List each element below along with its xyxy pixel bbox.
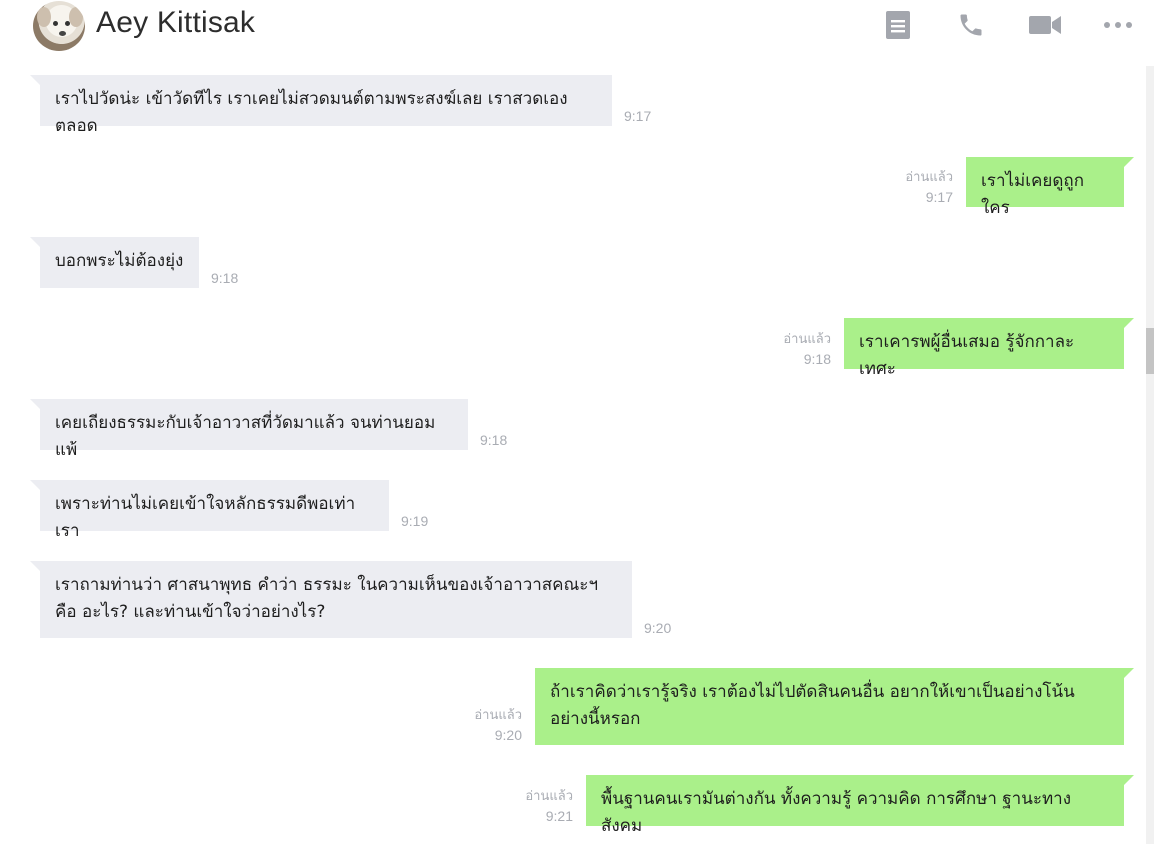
avatar-eye-right bbox=[65, 21, 70, 26]
message-time: 9:20 bbox=[494, 727, 522, 743]
avatar-ear-right bbox=[69, 7, 83, 27]
message-bubble-outgoing[interactable]: พื้นฐานคนเรามันต่างกัน ทั้งความรู้ ความค… bbox=[586, 775, 1134, 836]
message-text: เราไม่เคยดูถูกใคร bbox=[981, 171, 1085, 218]
avatar-nose bbox=[59, 31, 66, 36]
message-bubble-outgoing[interactable]: ถ้าเราคิดว่าเรารู้จริง เราต้องไม่ไปตัดสิ… bbox=[535, 668, 1134, 745]
scrollbar-thumb[interactable] bbox=[1146, 328, 1154, 374]
message-text: เคยเถียงธรรมะกับเจ้าอาวาสที่วัดมาแล้ว จน… bbox=[55, 413, 436, 460]
message-text: ถ้าเราคิดว่าเรารู้จริง เราต้องไม่ไปตัดสิ… bbox=[550, 682, 1075, 729]
message-bubble-outgoing[interactable]: เราไม่เคยดูถูกใคร bbox=[966, 157, 1134, 218]
read-receipt: อ่านแล้ว bbox=[525, 788, 573, 803]
message-bubble-incoming[interactable]: เคยเถียงธรรมะกับเจ้าอาวาสที่วัดมาแล้ว จน… bbox=[30, 399, 468, 460]
message-text: พื้นฐานคนเรามันต่างกัน ทั้งความรู้ ความค… bbox=[601, 789, 1072, 836]
message-time: 9:18 bbox=[480, 432, 508, 448]
message-bubble-incoming[interactable]: เราไปวัดน่ะ เข้าวัดทีไร เราเคยไม่สวดมนต์… bbox=[30, 75, 612, 136]
message-bubble-outgoing[interactable]: เราเคารพผู้อื่นเสมอ รู้จักกาละเทศะ bbox=[844, 318, 1134, 379]
message-text: เพราะท่านไม่เคยเข้าใจหลักธรรมดีพอเท่าเรา bbox=[55, 494, 356, 541]
message-time: 9:17 bbox=[925, 189, 953, 205]
message-text: เราไปวัดน่ะ เข้าวัดทีไร เราเคยไม่สวดมนต์… bbox=[55, 89, 568, 136]
contact-name[interactable]: Aey Kittisak bbox=[96, 6, 255, 40]
message-text: เราเคารพผู้อื่นเสมอ รู้จักกาละเทศะ bbox=[859, 332, 1075, 379]
video-icon[interactable] bbox=[1028, 10, 1062, 40]
message-time: 9:17 bbox=[624, 108, 652, 124]
message-time: 9:21 bbox=[545, 808, 573, 824]
message-time: 9:18 bbox=[803, 351, 831, 367]
chat-scrollbar[interactable] bbox=[1146, 66, 1154, 844]
read-receipt: อ่านแล้ว bbox=[474, 707, 522, 722]
phone-icon[interactable] bbox=[954, 10, 988, 40]
message-time: 9:18 bbox=[211, 270, 239, 286]
message-time: 9:19 bbox=[401, 513, 429, 529]
message-bubble-incoming[interactable]: บอกพระไม่ต้องยุ่ง bbox=[30, 237, 199, 288]
contact-avatar[interactable] bbox=[33, 1, 85, 51]
avatar-ear-left bbox=[37, 7, 51, 27]
message-bubble-incoming[interactable]: เราถามท่านว่า ศาสนาพุทธ คำว่า ธรรมะ ในคว… bbox=[30, 561, 632, 638]
message-text: บอกพระไม่ต้องยุ่ง bbox=[55, 251, 184, 271]
chat-header: Aey Kittisak bbox=[0, 0, 1154, 52]
message-bubble-incoming[interactable]: เพราะท่านไม่เคยเข้าใจหลักธรรมดีพอเท่าเรา bbox=[30, 480, 389, 541]
avatar-eye-left bbox=[53, 21, 58, 26]
read-receipt: อ่านแล้ว bbox=[905, 169, 953, 184]
read-receipt: อ่านแล้ว bbox=[783, 331, 831, 346]
more-icon[interactable] bbox=[1101, 10, 1135, 40]
message-time: 9:20 bbox=[644, 620, 672, 636]
message-text: เราถามท่านว่า ศาสนาพุทธ คำว่า ธรรมะ ในคว… bbox=[55, 575, 598, 622]
notes-icon[interactable] bbox=[881, 10, 915, 40]
